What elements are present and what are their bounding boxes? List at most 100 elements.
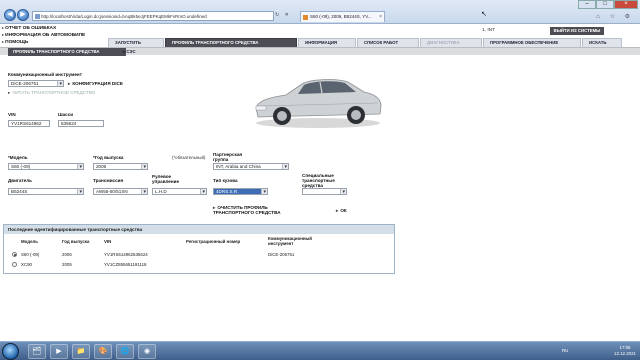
taskbar-app-paint[interactable]: 🎨: [94, 344, 112, 359]
menu-item-help[interactable]: ПОМОЩЬ: [2, 39, 85, 46]
tab-software[interactable]: ПРОГРАММНОЕ ОБЕСПЕЧЕНИЕ: [483, 38, 581, 47]
tab-close-icon[interactable]: ×: [379, 12, 382, 22]
special-vehicles-select[interactable]: [302, 188, 347, 195]
year-label-text: Год выпуска: [94, 155, 124, 160]
minimize-button[interactable]: –: [578, 0, 596, 9]
row-select-radio[interactable]: [12, 252, 17, 257]
comm-tool-value: DiCE-206751: [11, 81, 39, 86]
arrow-right-icon: ▸: [336, 208, 339, 213]
model-select[interactable]: S60 (-09): [8, 163, 84, 170]
chevron-down-icon: [57, 81, 63, 86]
body-type-value: 4DRS.S.R.: [216, 189, 239, 194]
body-type-select[interactable]: 4DRS.S.R.: [213, 188, 268, 195]
chevron-down-icon: [340, 189, 346, 194]
refresh-stop-buttons[interactable]: ↻ ✕: [275, 12, 291, 18]
tab-diagnostics: ДИАГНОСТИКА: [420, 38, 482, 47]
row-model[interactable]: XC90: [21, 262, 32, 267]
tab-vehicle-profile[interactable]: ПРОФИЛЬ ТРАНСПОРТНОГО СРЕДСТВА: [165, 38, 297, 47]
back-button[interactable]: ◀: [4, 9, 16, 21]
read-vehicle-label: ЧИТАТЬ ТРАНСПОРТНОЕ СРЕДСТВО: [12, 90, 96, 95]
year-select[interactable]: 2006: [93, 163, 148, 170]
taskbar-app-other[interactable]: ◉: [138, 344, 156, 359]
taskbar-app-browser[interactable]: 🌐: [116, 344, 134, 359]
forward-button[interactable]: ▶: [17, 9, 29, 21]
model-label: *Модель: [8, 155, 28, 160]
tab-work-list[interactable]: СПИСОК РАБОТ: [357, 38, 419, 47]
browser-tab[interactable]: S60 (-09), 2006, B5244S, YV... ×: [300, 11, 385, 22]
window-controls: – □ ×: [578, 0, 638, 9]
clock-date: 12.12.2021: [614, 351, 636, 356]
read-vehicle-link: ▸ ЧИТАТЬ ТРАНСПОРТНОЕ СРЕДСТВО: [8, 90, 95, 96]
arrow-right-icon: ▸: [68, 81, 71, 86]
recent-vehicles-panel: Последние идентифицированные транспортны…: [3, 224, 395, 274]
row-tool: DiCE-206751: [268, 252, 295, 257]
dice-config-link[interactable]: ▸ КОНФИГУРАЦИЯ DICE: [68, 81, 123, 87]
year-label: *Год выпуска: [93, 155, 123, 160]
browser-tab-title: S60 (-09), 2006, B5244S, YV...: [310, 14, 372, 19]
clear-profile-label: ОЧИСТИТЬ ПРОФИЛЬ ТРАНСПОРТНОГО СРЕДСТВА: [213, 205, 281, 215]
maximize-button[interactable]: □: [596, 0, 614, 9]
taskbar-app-folder[interactable]: 📁: [72, 344, 90, 359]
start-button[interactable]: [2, 343, 19, 360]
tab-search[interactable]: ИСКАТЬ: [582, 38, 622, 47]
subtab-ses-label: СЭС: [126, 49, 136, 54]
favicon-icon: [303, 15, 308, 20]
taskbar-app-explorer[interactable]: 🗂: [28, 344, 46, 359]
row-vin: YV1RS614962535624: [104, 252, 148, 257]
clear-profile-link[interactable]: ▸ ОЧИСТИТЬ ПРОФИЛЬ ТРАНСПОРТНОГО СРЕДСТВА: [213, 205, 293, 215]
vehicle-image: [255, 79, 382, 128]
ok-link[interactable]: ▸ ОК: [336, 208, 347, 214]
transmission-label: Трансмиссия: [93, 178, 124, 183]
subtab-ses[interactable]: ▸ СЭС: [118, 48, 141, 56]
logout-button[interactable]: ВЫЙТИ ИЗ СИСТЕМЫ: [550, 27, 604, 35]
col-reg-header: Регистрационный номер: [186, 239, 241, 244]
col-year-header: Год выпуска: [62, 239, 90, 244]
recent-vehicles-title: Последние идентифицированные транспортны…: [4, 225, 394, 234]
comm-tool-label: Коммуникационный инструмент: [8, 72, 82, 77]
steering-value: L.H.D: [155, 189, 167, 194]
user-label: 1, INT: [482, 28, 496, 33]
vin-label: VIN: [8, 112, 16, 117]
language-indicator[interactable]: RU: [562, 348, 568, 353]
chassis-input[interactable]: 535624: [58, 120, 104, 127]
address-bar[interactable]: http://localhost/Vida/Login.do;jsessioni…: [32, 11, 274, 21]
partner-group-select[interactable]: INT, Arabia and China: [213, 163, 289, 170]
row-model[interactable]: S60 (-09): [21, 252, 39, 257]
engine-label: Двигатель: [8, 178, 32, 183]
body-type-label: Тип кузова: [213, 178, 238, 183]
model-value: S60 (-09): [11, 164, 31, 169]
browser-tool-icons[interactable]: ⌂ ☆ ⚙: [596, 13, 634, 20]
row-year: 2005: [62, 262, 72, 267]
chevron-down-icon: [261, 189, 267, 194]
chevron-down-icon: [141, 189, 147, 194]
ok-label: ОК: [340, 208, 347, 213]
tab-start[interactable]: ЗАПУСТИТЬ: [108, 38, 164, 47]
taskbar-app-media[interactable]: ▶: [50, 344, 68, 359]
close-window-button[interactable]: ×: [614, 0, 638, 9]
chevron-down-icon: [141, 164, 147, 169]
model-label-text: Модель: [9, 155, 28, 160]
steering-select[interactable]: L.H.D: [152, 188, 207, 195]
engine-value: B5244S: [11, 189, 28, 194]
main-tabs: ЗАПУСТИТЬ ПРОФИЛЬ ТРАНСПОРТНОГО СРЕДСТВА…: [108, 38, 623, 47]
dice-config-label: КОНФИГУРАЦИЯ DICE: [72, 81, 123, 86]
required-hint: (*обязательный): [172, 155, 206, 160]
menu-item-vehicle-info[interactable]: ИНФОРМАЦИЯ ОБ АВТОМОБИЛЕ: [2, 32, 85, 39]
subtab-vehicle-profile[interactable]: ПРОФИЛЬ ТРАНСПОРТНОГО СРЕДСТВА: [8, 48, 126, 56]
vin-input[interactable]: YV1RS614962: [8, 120, 50, 127]
tab-information[interactable]: ИНФОРМАЦИЯ: [298, 38, 356, 47]
steering-label: Рулевое управление: [152, 174, 180, 184]
chassis-label: Шасси: [58, 112, 74, 117]
row-select-radio[interactable]: [12, 262, 17, 267]
partner-group-value: INT, Arabia and China: [216, 164, 261, 169]
arrow-right-icon: ▸: [8, 90, 11, 95]
engine-select[interactable]: B5244S: [8, 188, 84, 195]
clock[interactable]: 17:06 12.12.2021: [614, 345, 636, 357]
transmission-select[interactable]: AW55-50/51SN: [93, 188, 148, 195]
address-text: http://localhost/Vida/Login.do;jsessioni…: [41, 14, 207, 19]
left-menu: ОТЧЕТ ОБ ОШИБКАХ ИНФОРМАЦИЯ ОБ АВТОМОБИЛ…: [2, 25, 85, 46]
menu-item-error-report[interactable]: ОТЧЕТ ОБ ОШИБКАХ: [2, 25, 85, 32]
comm-tool-select[interactable]: DiCE-206751: [8, 80, 64, 87]
partner-group-label: Партнерская группа: [213, 152, 243, 162]
col-vin-header: VIN: [104, 239, 112, 244]
